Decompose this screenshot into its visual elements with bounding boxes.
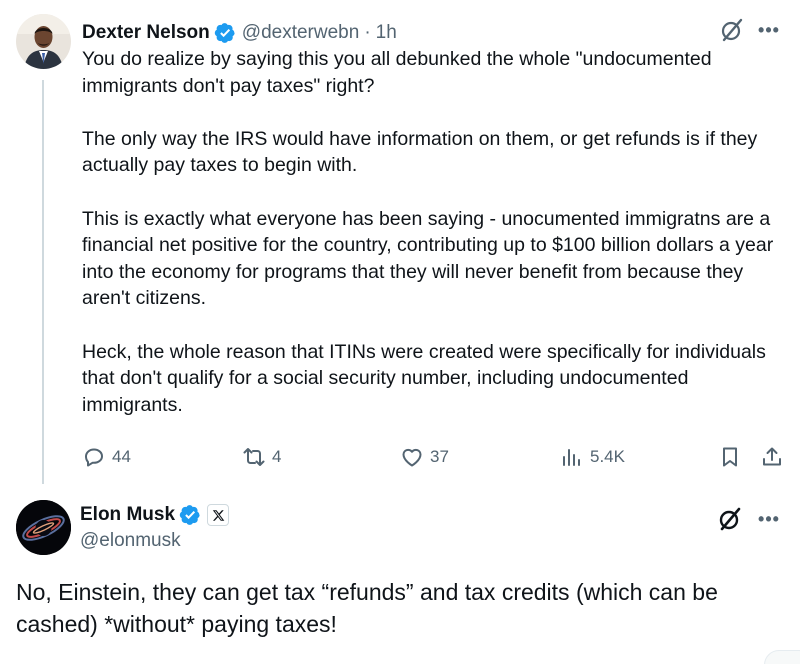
floating-pill[interactable] xyxy=(764,650,800,664)
share-button[interactable] xyxy=(760,442,790,472)
grok-icon[interactable] xyxy=(719,17,745,43)
views-button[interactable]: 5.4K xyxy=(560,442,625,472)
author-handle[interactable]: @dexterwebn xyxy=(242,22,360,44)
more-icon[interactable]: ••• xyxy=(756,17,782,43)
avatar[interactable] xyxy=(16,500,71,555)
reply-icon xyxy=(85,448,103,467)
main-tweet: Elon Musk @elonmusk ••• No, Einstein, th… xyxy=(0,486,800,664)
x-logo-icon[interactable] xyxy=(207,504,230,526)
reply-header: Dexter Nelson @dexterwebn · 1h xyxy=(82,20,397,46)
tweet-text: No, Einstein, they can get tax “refunds”… xyxy=(16,579,718,637)
retweet-count: 4 xyxy=(272,447,282,466)
reply-button[interactable]: 44 xyxy=(82,442,131,472)
view-count: 5.4K xyxy=(590,447,625,466)
heart-icon xyxy=(402,448,422,467)
reply-count: 44 xyxy=(112,447,131,466)
retweet-button[interactable]: 4 xyxy=(242,442,281,472)
author-handle[interactable]: @elonmusk xyxy=(80,530,181,552)
grok-icon[interactable] xyxy=(717,506,743,532)
analytics-icon xyxy=(563,449,580,466)
bookmark-button[interactable] xyxy=(718,442,748,472)
main-header: Elon Musk xyxy=(80,501,230,529)
author-name[interactable]: Elon Musk xyxy=(80,504,175,526)
reply-tweet: Dexter Nelson @dexterwebn · 1h ••• You d… xyxy=(0,0,800,486)
retweet-icon xyxy=(243,448,265,466)
like-button[interactable]: 37 xyxy=(400,442,449,472)
timestamp[interactable]: 1h xyxy=(376,22,397,44)
more-icon[interactable]: ••• xyxy=(756,506,782,532)
tweet-text: You do realize by saying this you all de… xyxy=(82,48,774,416)
like-count: 37 xyxy=(430,447,449,466)
verified-badge-icon xyxy=(179,504,201,526)
author-name[interactable]: Dexter Nelson xyxy=(82,22,210,44)
verified-badge-icon xyxy=(214,22,236,44)
bookmark-icon xyxy=(723,447,737,467)
separator-dot: · xyxy=(364,22,371,43)
share-icon xyxy=(763,447,781,466)
avatar[interactable] xyxy=(16,14,71,69)
action-bar: 44 4 37 5.4K xyxy=(82,442,788,472)
